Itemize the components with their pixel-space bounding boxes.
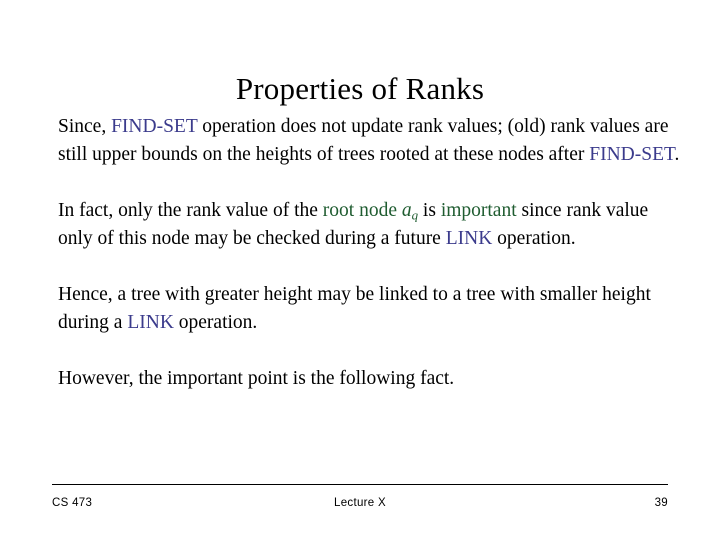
keyword-find-set: FIND-SET [589, 144, 675, 165]
slide-body: Since, FIND-SET operation does not updat… [58, 113, 682, 393]
keyword-find-set: FIND-SET [111, 116, 198, 137]
text-run: operation. [492, 228, 576, 249]
math-variable-base: a [401, 200, 412, 221]
paragraph-however-important-point: However, the important point is the foll… [58, 365, 682, 393]
text-run: is [418, 200, 441, 221]
keyword-link: LINK [445, 228, 493, 249]
keyword-root-node: root node [322, 200, 402, 221]
text-run: . [674, 144, 680, 165]
footer-course-label: CS 473 [52, 497, 93, 509]
slide-canvas: Properties of Ranks Since, FIND-SET oper… [0, 0, 720, 540]
text-run: However, the important point is the foll… [58, 368, 455, 389]
footer-divider [52, 484, 668, 485]
math-variable-a-q: aq [401, 200, 418, 222]
text-run: operation. [173, 312, 258, 333]
footer-lecture-label: Lecture X [334, 497, 386, 509]
keyword-link: LINK [127, 312, 174, 333]
footer-page-number: 39 [654, 497, 668, 509]
slide-footer: CS 473 Lecture X 39 [52, 492, 668, 514]
paragraph-hence-tree-height: Hence, a tree with greater height may be… [58, 281, 682, 337]
paragraph-in-fact-root-node: In fact, only the rank value of the root… [58, 197, 682, 253]
paragraph-since-find-set: Since, FIND-SET operation does not updat… [58, 113, 682, 169]
text-run: In fact, only the rank value of the [58, 200, 323, 221]
text-run: Since, [58, 116, 112, 137]
keyword-important: important [440, 200, 517, 221]
page-title: Properties of Ranks [235, 70, 485, 106]
